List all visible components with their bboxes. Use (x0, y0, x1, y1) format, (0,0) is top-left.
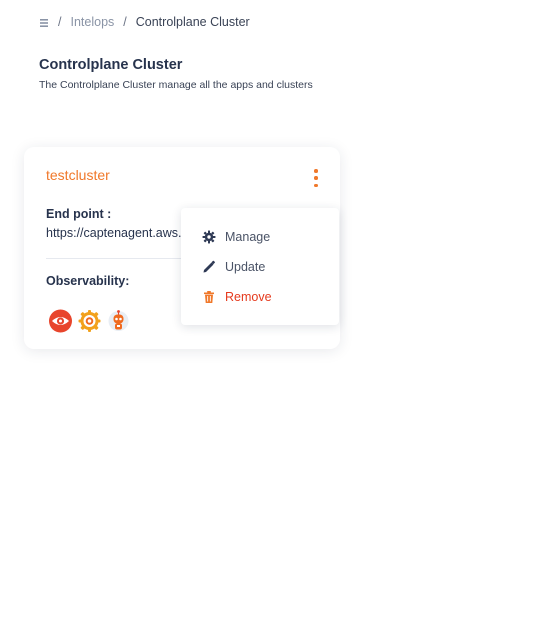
cluster-name[interactable]: testcluster (46, 167, 110, 183)
update-menu-item[interactable]: Update (202, 258, 265, 276)
manage-menu-item[interactable]: Manage (202, 228, 270, 246)
breadcrumb-current: Controlplane Cluster (135, 15, 250, 29)
trash-icon (202, 290, 216, 304)
grafana-icon[interactable] (77, 309, 102, 333)
kebab-menu-icon[interactable] (312, 169, 320, 187)
robot-icon[interactable] (106, 309, 131, 333)
breadcrumb-separator: / (58, 15, 62, 29)
page-title: Controlplane Cluster (39, 57, 183, 73)
pencil-icon (202, 260, 216, 274)
breadcrumb-separator: / (123, 15, 127, 29)
observability-tools (48, 309, 131, 333)
breadcrumb-intelops-link[interactable]: Intelops (70, 15, 114, 29)
observability-label: Observability: (46, 274, 130, 288)
remove-label: Remove (225, 290, 272, 304)
remove-menu-item[interactable]: Remove (202, 288, 272, 306)
update-label: Update (225, 260, 266, 274)
eye-icon[interactable] (48, 309, 73, 333)
endpoint-value: https://captenagent.aws.dev.optimizor.ap… (46, 226, 196, 240)
endpoint-label: End point : (46, 207, 112, 221)
page-subtitle: The Controlplane Cluster manage all the … (39, 79, 313, 91)
home-icon[interactable] (39, 17, 49, 27)
cluster-context-menu: Manage Update Remove (181, 208, 339, 325)
breadcrumb: / Intelops / Controlplane Cluster (39, 14, 250, 30)
gear-icon (202, 230, 216, 244)
manage-label: Manage (225, 230, 271, 244)
